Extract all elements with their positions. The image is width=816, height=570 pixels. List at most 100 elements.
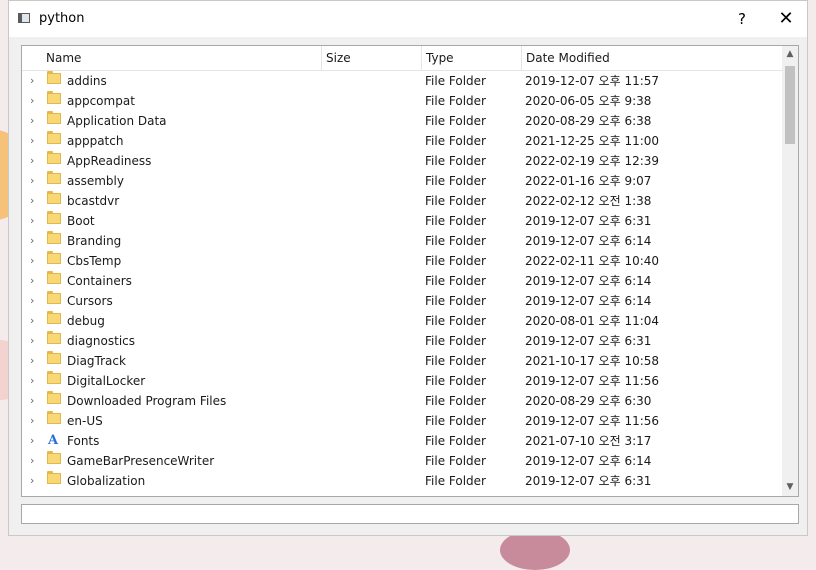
table-row[interactable]: › A Fonts File Folder 2021-07-10 오전 3:17	[22, 431, 782, 451]
row-date-modified: 2019-12-07 오후 6:31	[525, 214, 652, 228]
table-row[interactable]: › addins File Folder 2019-12-07 오후 11:57	[22, 71, 782, 91]
table-row[interactable]: › appcompat File Folder 2020-06-05 오후 9:38	[22, 91, 782, 111]
row-type: File Folder	[425, 354, 486, 368]
column-header-date-modified[interactable]: Date Modified	[522, 46, 782, 70]
row-type: File Folder	[425, 74, 486, 88]
column-header-name[interactable]: Name	[42, 46, 322, 70]
chevron-right-icon[interactable]: ›	[30, 471, 38, 491]
chevron-right-icon[interactable]: ›	[30, 111, 38, 131]
column-header: Name Size Type Date Modified	[22, 46, 782, 71]
table-row[interactable]: › en-US File Folder 2019-12-07 오후 11:56	[22, 411, 782, 431]
row-name: appcompat	[67, 94, 135, 108]
table-row[interactable]: › bcastdvr File Folder 2022-02-12 오전 1:38	[22, 191, 782, 211]
file-list: › addins File Folder 2019-12-07 오후 11:57 › ap…	[22, 71, 782, 491]
chevron-right-icon[interactable]: ›	[30, 371, 38, 391]
chevron-right-icon[interactable]: ›	[30, 391, 38, 411]
table-row[interactable]: › AppReadiness File Folder 2022-02-19 오후 12…	[22, 151, 782, 171]
row-date-modified: 2019-12-07 오후 6:14	[525, 274, 652, 288]
chevron-right-icon[interactable]: ›	[30, 351, 38, 371]
chevron-right-icon[interactable]: ›	[30, 271, 38, 291]
row-type: File Folder	[425, 294, 486, 308]
row-date-modified: 2022-02-11 오후 10:40	[525, 254, 660, 268]
row-date-modified: 2019-12-07 오후 6:14	[525, 454, 652, 468]
folder-icon	[47, 231, 61, 244]
row-name: Boot	[67, 214, 95, 228]
chevron-right-icon[interactable]: ›	[30, 151, 38, 171]
table-row[interactable]: › Globalization File Folder 2019-12-07 오후 6…	[22, 471, 782, 491]
chevron-right-icon[interactable]: ›	[30, 171, 38, 191]
row-type: File Folder	[425, 174, 486, 188]
row-type: File Folder	[425, 274, 486, 288]
row-date-modified: 2019-12-07 오후 11:56	[525, 374, 660, 388]
table-row[interactable]: › debug File Folder 2020-08-01 오후 11:04	[22, 311, 782, 331]
chevron-right-icon[interactable]: ›	[30, 251, 38, 271]
table-row[interactable]: › Downloaded Program Files File Folder 2020…	[22, 391, 782, 411]
row-name: Application Data	[67, 114, 167, 128]
row-date-modified: 2019-12-07 오후 6:14	[525, 294, 652, 308]
column-header-size[interactable]: Size	[322, 46, 422, 70]
help-button[interactable]: ?	[719, 1, 765, 37]
title-bar: python ? ✕	[9, 1, 807, 37]
table-row[interactable]: › DigitalLocker File Folder 2019-12-07 오후 1…	[22, 371, 782, 391]
filename-input[interactable]	[21, 504, 799, 524]
table-row[interactable]: › diagnostics File Folder 2019-12-07 오후 6:3…	[22, 331, 782, 351]
chevron-right-icon[interactable]: ›	[30, 411, 38, 431]
row-type: File Folder	[425, 334, 486, 348]
chevron-right-icon[interactable]: ›	[30, 431, 38, 451]
chevron-right-icon[interactable]: ›	[30, 191, 38, 211]
folder-icon	[47, 311, 61, 324]
folder-icon	[47, 111, 61, 124]
table-row[interactable]: › Application Data File Folder 2020-08-29 오…	[22, 111, 782, 131]
row-date-modified: 2021-07-10 오전 3:17	[525, 434, 652, 448]
row-type: File Folder	[425, 314, 486, 328]
chevron-right-icon[interactable]: ›	[30, 451, 38, 471]
chevron-right-icon[interactable]: ›	[30, 231, 38, 251]
row-date-modified: 2020-06-05 오후 9:38	[525, 94, 652, 108]
scrollbar-thumb[interactable]	[785, 66, 795, 144]
table-row[interactable]: › assembly File Folder 2022-01-16 오후 9:07	[22, 171, 782, 191]
folder-icon	[47, 191, 61, 204]
row-name: DiagTrack	[67, 354, 126, 368]
folder-icon	[47, 211, 61, 224]
row-type: File Folder	[425, 434, 486, 448]
table-row[interactable]: › apppatch File Folder 2021-12-25 오후 11:00	[22, 131, 782, 151]
chevron-right-icon[interactable]: ›	[30, 91, 38, 111]
chevron-right-icon[interactable]: ›	[30, 71, 38, 91]
close-button[interactable]: ✕	[763, 1, 809, 37]
scroll-up-arrow-icon[interactable]: ▲	[782, 46, 798, 63]
row-name: GameBarPresenceWriter	[67, 454, 215, 468]
chevron-right-icon[interactable]: ›	[30, 291, 38, 311]
chevron-right-icon[interactable]: ›	[30, 211, 38, 231]
chevron-right-icon[interactable]: ›	[30, 131, 38, 151]
row-name: Downloaded Program Files	[67, 394, 227, 408]
row-date-modified: 2020-08-29 오후 6:30	[525, 394, 652, 408]
file-tree-view[interactable]: Name Size Type Date Modified › addins File…	[21, 45, 799, 497]
table-row[interactable]: › GameBarPresenceWriter File Folder 2019-12…	[22, 451, 782, 471]
column-header-type[interactable]: Type	[422, 46, 522, 70]
table-row[interactable]: › Containers File Folder 2019-12-07 오후 6:14	[22, 271, 782, 291]
folder-icon	[47, 131, 61, 144]
row-date-modified: 2022-01-16 오후 9:07	[525, 174, 652, 188]
table-row[interactable]: › DiagTrack File Folder 2021-10-17 오후 10:58	[22, 351, 782, 371]
row-name: diagnostics	[67, 334, 136, 348]
table-row[interactable]: › CbsTemp File Folder 2022-02-11 오후 10:40	[22, 251, 782, 271]
table-row[interactable]: › Boot File Folder 2019-12-07 오후 6:31	[22, 211, 782, 231]
row-date-modified: 2020-08-01 오후 11:04	[525, 314, 660, 328]
row-type: File Folder	[425, 194, 486, 208]
folder-icon	[47, 71, 61, 84]
chevron-right-icon[interactable]: ›	[30, 311, 38, 331]
row-name: assembly	[67, 174, 124, 188]
folder-icon	[47, 451, 61, 464]
table-row[interactable]: › Cursors File Folder 2019-12-07 오후 6:14	[22, 291, 782, 311]
chevron-right-icon[interactable]: ›	[30, 331, 38, 351]
app-window-icon	[18, 13, 30, 23]
row-name: Globalization	[67, 474, 146, 488]
scroll-down-arrow-icon[interactable]: ▼	[782, 479, 798, 496]
vertical-scrollbar[interactable]: ▲ ▼	[782, 46, 798, 496]
row-date-modified: 2020-08-29 오후 6:38	[525, 114, 652, 128]
folder-icon	[47, 91, 61, 104]
row-name: AppReadiness	[67, 154, 152, 168]
row-name: Branding	[67, 234, 122, 248]
row-name: apppatch	[67, 134, 124, 148]
table-row[interactable]: › Branding File Folder 2019-12-07 오후 6:14	[22, 231, 782, 251]
